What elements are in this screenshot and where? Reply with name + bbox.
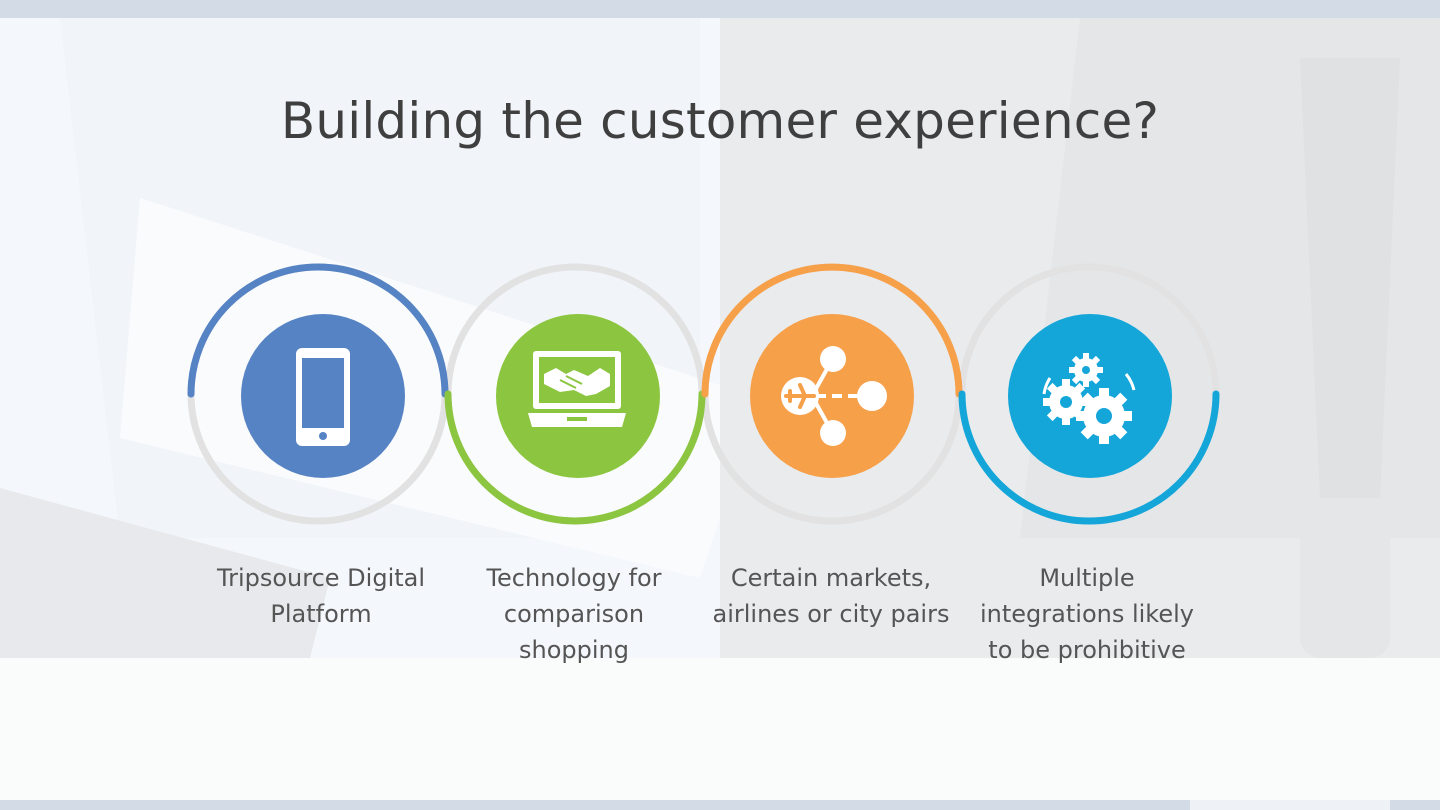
slide: Building the customer experience? Tripso… <box>0 18 1440 800</box>
flight-network-icon <box>750 314 914 478</box>
caption-line: Platform <box>270 600 372 628</box>
gears-icon <box>1008 314 1172 478</box>
caption-tripsource: Tripsource Digital Platform <box>196 560 446 632</box>
bottom-bar-notch <box>1190 800 1390 810</box>
caption-line: Technology for <box>486 564 662 592</box>
caption-line: Multiple <box>1039 564 1135 592</box>
caption-line: airlines or city pairs <box>712 600 950 628</box>
caption-line: Tripsource Digital <box>216 564 426 592</box>
smartphone-icon <box>241 314 405 478</box>
ring-diagram <box>187 263 1220 525</box>
caption-line: to be prohibitive <box>988 636 1186 664</box>
caption-line: Certain markets, <box>730 564 932 592</box>
caption-integrations: Multiple integrations likely to be prohi… <box>962 560 1212 668</box>
caption-line: shopping <box>519 636 629 664</box>
caption-technology: Technology for comparison shopping <box>449 560 699 668</box>
caption-line: comparison <box>503 600 645 628</box>
caption-markets: Certain markets, airlines or city pairs <box>706 560 956 632</box>
caption-line: integrations likely <box>980 600 1194 628</box>
handshake-laptop-icon <box>496 314 660 478</box>
